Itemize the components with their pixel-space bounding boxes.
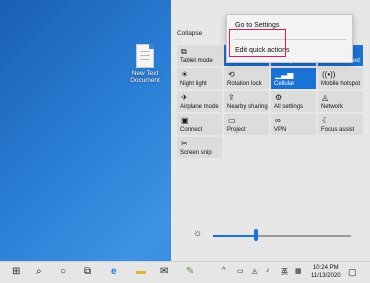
- vpn-icon: ∞: [275, 116, 281, 125]
- tile-label: VPN: [274, 127, 287, 133]
- collapse-link[interactable]: Collapse: [177, 30, 202, 37]
- tile-label: Night light: [180, 81, 207, 87]
- desktop-icon-label: New Text Document: [130, 70, 160, 84]
- keyboard-icon[interactable]: ▦: [295, 267, 302, 275]
- tile-label: Rotation lock: [227, 81, 262, 87]
- tile-label: All settings: [274, 104, 304, 110]
- tile-focus-assist[interactable]: ☾ Focus assist: [318, 114, 363, 135]
- tile-label: Airplane mode: [180, 104, 219, 110]
- highlight-box: [229, 29, 286, 57]
- menu-item-go-to-settings[interactable]: Go to Settings: [235, 22, 279, 29]
- mail-icon[interactable]: ✉: [160, 265, 168, 279]
- search-icon[interactable]: ⌕: [36, 265, 42, 279]
- nearby-sharing-icon: ⇪: [228, 93, 235, 102]
- tile-connect[interactable]: ▣ Connect: [177, 114, 222, 135]
- tile-tablet-mode[interactable]: ⧉ Tablet mode: [177, 45, 222, 66]
- text-document-icon: [136, 44, 154, 68]
- tile-night-light[interactable]: ☀ Night light: [177, 68, 222, 89]
- show-hidden-icons-icon[interactable]: ^: [222, 267, 225, 274]
- tile-network[interactable]: ◬ Network: [318, 91, 363, 112]
- tablet-mode-icon: ⧉: [181, 47, 187, 56]
- notification-icon[interactable]: ▢: [348, 265, 357, 279]
- brightness-slider[interactable]: ☼: [193, 228, 351, 242]
- airplane-icon: ✈: [181, 93, 188, 102]
- tile-project[interactable]: ▭ Project: [224, 114, 269, 135]
- brightness-fill: [213, 235, 256, 237]
- ime-icon[interactable]: 英: [281, 267, 288, 277]
- tile-mobile-hotspot[interactable]: ((•)) Mobile hotspot: [318, 68, 363, 89]
- taskbar: ⊞ ⌕ ○ ⧉ e ▬ ✉ ✎ ^ ▭ ◬ ♪ 英 ▦ 10:24 PM 11/13/2020 ▢: [0, 261, 370, 283]
- tile-label: Nearby sharing: [227, 104, 268, 110]
- tile-label: Cellular: [274, 81, 295, 87]
- tile-all-settings[interactable]: ⚙ All settings: [271, 91, 316, 112]
- file-explorer-icon[interactable]: ▬: [136, 265, 146, 279]
- start-icon[interactable]: ⊞: [12, 265, 20, 279]
- focus-assist-icon: ☾: [322, 116, 330, 125]
- volume-icon[interactable]: ♪: [266, 267, 270, 274]
- tile-label: Connect: [180, 127, 203, 133]
- tile-label: Screen snip: [180, 150, 212, 156]
- brightness-icon: ☼: [193, 228, 203, 239]
- settings-gear-icon: ⚙: [275, 93, 283, 102]
- connect-icon: ▣: [181, 116, 189, 125]
- brightness-thumb[interactable]: [254, 229, 258, 241]
- cellular-icon: ▁▃▅: [275, 70, 294, 79]
- tile-cellular[interactable]: ▁▃▅ Cellular: [271, 68, 316, 89]
- tile-label: Focus assist: [321, 127, 355, 133]
- mobile-hotspot-icon: ((•)): [322, 70, 336, 79]
- tile-nearby-sharing[interactable]: ⇪ Nearby sharing: [224, 91, 269, 112]
- network-icon: ◬: [322, 93, 329, 102]
- clock-date: 11/13/2020: [311, 273, 341, 279]
- network-tray-icon[interactable]: ◬: [252, 267, 257, 275]
- clock[interactable]: 10:24 PM 11/13/2020: [311, 264, 341, 280]
- tile-label: Tablet mode: [180, 58, 213, 64]
- tile-screen-snip[interactable]: ✂ Screen snip: [177, 137, 222, 158]
- edge-icon[interactable]: e: [111, 265, 117, 279]
- night-light-icon: ☀: [181, 70, 189, 79]
- task-view-icon[interactable]: ⧉: [84, 265, 91, 279]
- tile-label: Project: [227, 127, 246, 133]
- rotation-lock-icon: ⟲: [228, 70, 235, 79]
- clock-time: 10:24 PM: [312, 265, 339, 271]
- tile-label: Mobile hotspot: [321, 81, 361, 87]
- battery-icon[interactable]: ▭: [237, 267, 244, 275]
- cortana-icon[interactable]: ○: [60, 265, 66, 279]
- tile-airplane-mode[interactable]: ✈ Airplane mode: [177, 91, 222, 112]
- project-icon: ▭: [228, 116, 236, 125]
- tile-rotation-lock[interactable]: ⟲ Rotation lock: [224, 68, 269, 89]
- tile-vpn[interactable]: ∞ VPN: [271, 114, 316, 135]
- desktop-icon-new-text-document[interactable]: New Text Document: [128, 44, 162, 84]
- screen-snip-icon: ✂: [181, 139, 188, 148]
- tile-label: Network: [321, 104, 344, 110]
- paint-icon[interactable]: ✎: [186, 265, 194, 279]
